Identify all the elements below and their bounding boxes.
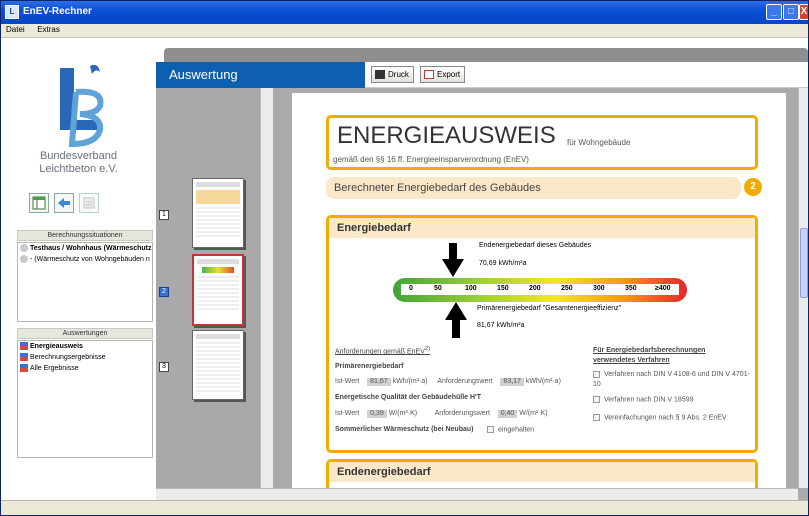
document-title: ENERGIEAUSWEIS xyxy=(337,122,556,149)
situation-item[interactable]: - (Wärmeschutz von Wohngebäuden n xyxy=(18,254,152,265)
page-number[interactable]: 3 xyxy=(159,362,169,372)
bvl-logo xyxy=(60,64,104,148)
pdf-icon xyxy=(424,70,434,80)
org-name: Bundesverband Leichtbeton e.V. xyxy=(39,150,118,175)
document-subtitle: gemäß den §§ 16 ff. Energieeinsparverord… xyxy=(333,155,529,164)
page-number[interactable]: 1 xyxy=(159,210,169,220)
tab-strip xyxy=(156,38,808,62)
list-icon xyxy=(83,197,95,209)
document-page: ENERGIEAUSWEIS für Wohngebäude gemäß den… xyxy=(292,93,786,488)
minimize-button[interactable]: _ xyxy=(766,4,782,20)
summer-protection-label: Sommerlicher Wärmeschutz (bei Neubau) xyxy=(335,426,474,433)
energy-scale-bar: 0 50 100 150 200 250 300 350 ≥400 xyxy=(393,278,687,302)
situations-header: Berechnungssituationen xyxy=(17,230,153,241)
end-energy-value: 70,69 kWh/m²a xyxy=(479,260,527,267)
section-label: Berechneter Energiebedarf des Gebäudes xyxy=(334,182,541,194)
maximize-button[interactable]: □ xyxy=(783,4,799,20)
title-frame: ENERGIEAUSWEIS für Wohngebäude gemäß den… xyxy=(326,115,758,170)
checkbox-icon xyxy=(593,396,600,403)
results-list: Energieausweis Berechnungsergebnisse All… xyxy=(17,340,153,458)
menu-extras[interactable]: Extras xyxy=(32,24,65,35)
req-primary-label: Primärenergiebedarf xyxy=(335,363,404,370)
document-vscrollbar[interactable] xyxy=(798,88,808,488)
print-button[interactable]: Druck xyxy=(371,66,414,83)
close-button[interactable]: X xyxy=(799,4,808,20)
page-thumbnail-selected[interactable] xyxy=(192,254,244,326)
method-item: Verfahren nach DIN V 4108-6 und DIN V 47… xyxy=(593,370,750,388)
thumbnail-pane[interactable]: 1 2 3 xyxy=(156,88,273,500)
end-energy-caption: Endenergiebedarf dieses Gebäudes xyxy=(479,242,592,249)
report-icon xyxy=(20,353,28,362)
status-bar xyxy=(1,500,808,515)
results-header: Auswertungen xyxy=(17,328,153,339)
checkbox-icon xyxy=(593,370,600,378)
sidebar: Bundesverband Leichtbeton e.V. Berechnun… xyxy=(1,38,156,500)
checkbox-icon xyxy=(487,426,494,433)
menu-datei[interactable]: Datei xyxy=(1,24,30,35)
checkbox-icon xyxy=(593,414,600,421)
report-icon xyxy=(20,364,28,373)
table-icon xyxy=(32,196,46,210)
page-number-selected[interactable]: 2 xyxy=(159,287,169,297)
primary-energy-value: 81,67 kWh/m²a xyxy=(477,322,525,329)
arrow-left-icon xyxy=(58,198,70,208)
situation-item[interactable]: Testhaus / Wohnhaus (Wärmeschutz xyxy=(18,243,152,254)
methods-title: Für Energiebedarfsberechnungen verwendet… xyxy=(593,347,706,364)
house-icon xyxy=(20,244,28,253)
section-title: Auswertung xyxy=(156,62,365,88)
page-thumbnail[interactable] xyxy=(192,178,244,248)
menu-bar: Datei Extras xyxy=(1,24,808,38)
section-band: Berechneter Energiebedarf des Gebäudes xyxy=(326,177,741,199)
list-button[interactable] xyxy=(79,193,99,213)
req-envelope-label: Energetische Qualität der Gebäudehülle H… xyxy=(335,394,481,401)
printer-icon xyxy=(375,70,385,80)
situations-list: Testhaus / Wohnhaus (Wärmeschutz - (Wärm… xyxy=(17,242,153,322)
energy-header: Energiebedarf xyxy=(337,222,411,234)
house-icon xyxy=(20,255,28,264)
document-viewer[interactable]: ENERGIEAUSWEIS für Wohngebäude gemäß den… xyxy=(273,88,808,500)
title-bar: L EnEV-Rechner _ □ X xyxy=(1,1,808,24)
energy-frame: Energiebedarf Endenergiebedarf dieses Ge… xyxy=(326,215,758,453)
method-item: Verfahren nach DIN V 18599 xyxy=(593,396,694,403)
summer-protection-check: eingehalten xyxy=(487,426,534,433)
primary-energy-caption: Primärenergiebedarf "Gesamtenergieeffizi… xyxy=(477,305,622,312)
result-item-alle-ergebnisse[interactable]: Alle Ergebnisse xyxy=(18,363,152,374)
document-hscrollbar[interactable] xyxy=(273,488,798,500)
export-button[interactable]: Export xyxy=(420,66,466,83)
report-icon xyxy=(20,342,28,351)
section-header: Auswertung Druck Export xyxy=(156,62,808,88)
req-envelope-row: Ist-Wert 0,39 W/(m²·K) Anforderungswert … xyxy=(335,410,548,418)
title-suffix: für Wohngebäude xyxy=(567,138,631,147)
scroll-thumb[interactable] xyxy=(800,228,808,298)
page-thumbnail[interactable] xyxy=(192,330,244,400)
req-primary-row: Ist-Wert 81,67 kWh/(m²·a) Anforderungswe… xyxy=(335,378,561,386)
thumbnail-vscrollbar[interactable] xyxy=(260,88,273,488)
window-title: EnEV-Rechner xyxy=(23,6,92,17)
end-energy-header: Endenergiebedarf xyxy=(337,466,431,478)
app-icon: L xyxy=(5,5,19,19)
end-energy-arrow xyxy=(442,243,464,277)
thumbnail-hscrollbar[interactable] xyxy=(156,488,273,500)
app-window: L EnEV-Rechner _ □ X Datei Extras Bundes… xyxy=(0,0,809,516)
result-item-energieausweis[interactable]: Energieausweis xyxy=(18,341,152,352)
primary-energy-arrow xyxy=(445,302,467,338)
requirements-title: Anforderungen gemäß EnEV2) xyxy=(335,346,431,356)
method-item: Vereinfachungen nach § 9 Abs. 2 EnEV xyxy=(593,414,727,421)
end-energy-frame: Endenergiebedarf xyxy=(326,459,758,488)
report-button[interactable] xyxy=(29,193,49,213)
section-number-badge: 2 xyxy=(744,178,762,196)
result-item-berechnungsergebnisse[interactable]: Berechnungsergebnisse xyxy=(18,352,152,363)
client-area: Bundesverband Leichtbeton e.V. Berechnun… xyxy=(1,38,808,500)
back-button[interactable] xyxy=(54,193,74,213)
